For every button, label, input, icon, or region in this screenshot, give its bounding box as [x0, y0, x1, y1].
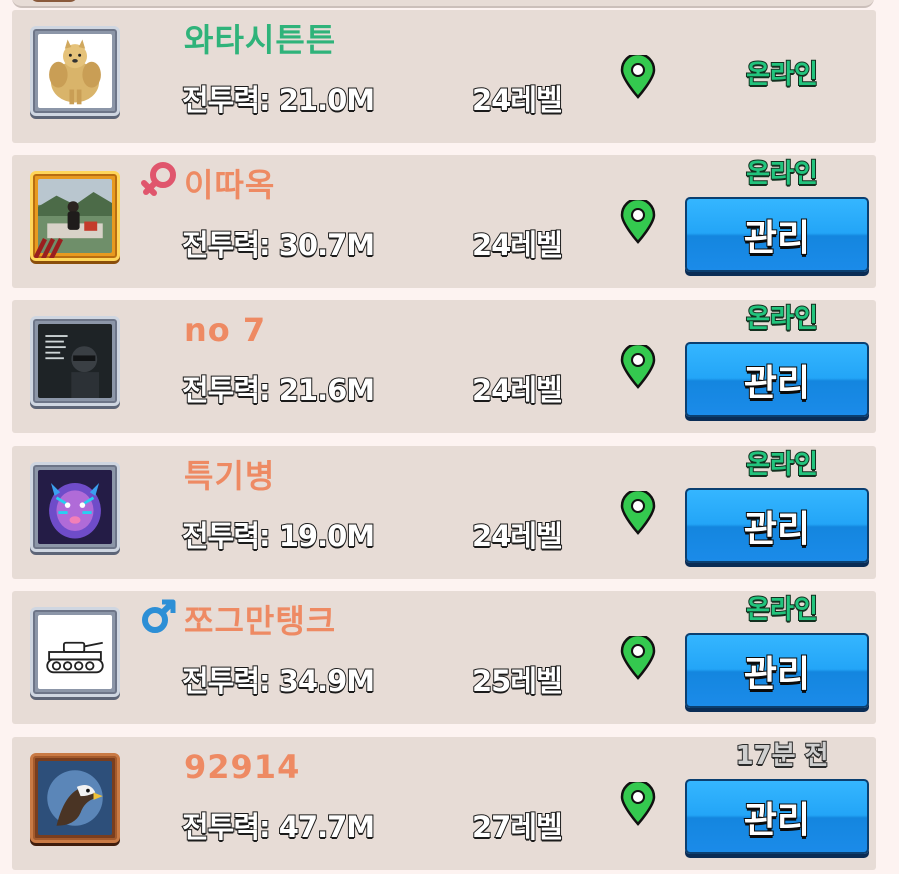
member-name: no 7 [184, 311, 267, 349]
location-pin-icon[interactable] [618, 200, 658, 244]
combat-power: 전투력: 47.7M [181, 809, 376, 845]
member-row[interactable]: 특기병 전투력: 19.0M 24레벨 온라인 관리 [12, 446, 876, 579]
member-level: 25레벨 [471, 663, 564, 699]
member-name: 쪼그만탱크 [184, 602, 337, 640]
manage-button[interactable]: 관리 [685, 342, 869, 417]
location-pin-icon[interactable] [618, 636, 658, 680]
combat-power: 전투력: 19.0M [181, 518, 376, 554]
manage-button[interactable]: 관리 [685, 197, 869, 272]
online-status: 온라인 [745, 303, 819, 335]
member-row[interactable]: 92914 전투력: 47.7M 27레벨 17분 전 관리 [12, 737, 876, 870]
female-symbol-icon [140, 161, 178, 199]
online-status: 온라인 [745, 59, 819, 91]
eagle-avatar-bronze-frame[interactable] [30, 753, 120, 843]
member-name: 92914 [184, 748, 301, 786]
manage-button[interactable]: 관리 [685, 779, 869, 854]
location-pin-icon[interactable] [618, 491, 658, 535]
online-status: 온라인 [745, 158, 819, 190]
member-level: 27레벨 [471, 809, 564, 845]
member-name: 특기병 [184, 457, 276, 495]
combat-power: 전투력: 34.9M [181, 663, 376, 699]
location-pin-icon[interactable] [618, 782, 658, 826]
combat-power: 전투력: 30.7M [181, 227, 376, 263]
online-status: 온라인 [745, 594, 819, 626]
combat-power: 전투력: 21.0M [181, 82, 376, 118]
member-name: 이따옥 [184, 166, 276, 204]
muscle-doge-avatar[interactable] [30, 26, 120, 116]
manage-button[interactable]: 관리 [685, 488, 869, 563]
online-status: 온라인 [745, 449, 819, 481]
neon-tiger-avatar[interactable] [30, 462, 120, 552]
member-row[interactable]: 와타시튼튼 전투력: 21.0M 24레벨 온라인 [12, 10, 876, 143]
member-level: 24레벨 [471, 372, 564, 408]
masked-person-avatar[interactable] [30, 316, 120, 406]
member-name: 와타시튼튼 [184, 21, 337, 59]
manage-button[interactable]: 관리 [685, 633, 869, 708]
last-seen-status: 17분 전 [734, 740, 829, 772]
member-row[interactable]: 이따옥 전투력: 30.7M 24레벨 온라인 관리 [12, 155, 876, 288]
tank-drawing-avatar[interactable] [30, 607, 120, 697]
location-pin-icon[interactable] [618, 345, 658, 389]
combat-power: 전투력: 21.6M [181, 372, 376, 408]
member-level: 24레벨 [471, 518, 564, 554]
member-row[interactable]: no 7 전투력: 21.6M 24레벨 온라인 관리 [12, 300, 876, 433]
male-symbol-icon [140, 597, 178, 635]
member-list: 와타시튼튼 전투력: 21.0M 24레벨 온라인 이따옥 전투력: 30.7M… [0, 0, 899, 874]
photo-avatar-gold-frame[interactable] [30, 171, 120, 261]
member-level: 24레벨 [471, 227, 564, 263]
location-pin-icon[interactable] [618, 55, 658, 99]
member-row[interactable]: 쪼그만탱크 전투력: 34.9M 25레벨 온라인 관리 [12, 591, 876, 724]
member-level: 24레벨 [471, 82, 564, 118]
